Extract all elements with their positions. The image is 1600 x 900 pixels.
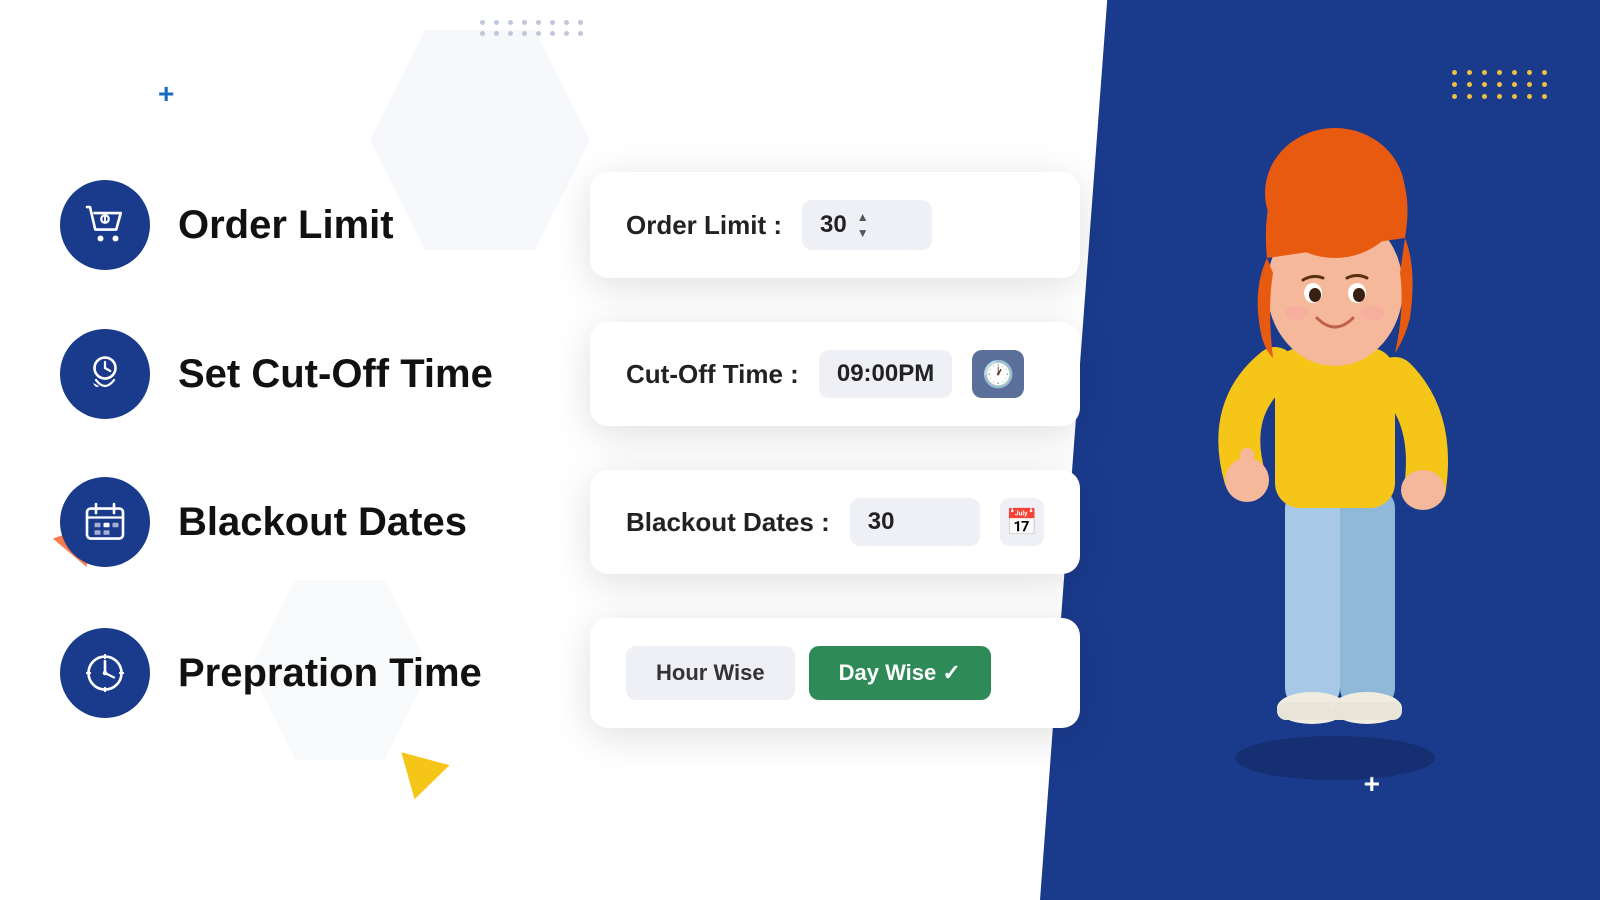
day-wise-button[interactable]: Day Wise ✓ <box>809 646 991 700</box>
calendar-picker-button[interactable]: 📅 <box>1000 498 1044 546</box>
feature-row-blackout: Blackout Dates Blackout Dates : 30 📅 <box>60 448 1040 596</box>
prep-icon-circle <box>60 628 150 718</box>
hour-wise-button[interactable]: Hour Wise <box>626 646 795 700</box>
blackout-label: Blackout Dates : <box>626 507 830 538</box>
feature-left-order-limit: Order Limit <box>60 180 590 270</box>
main-content: Order Limit Order Limit : 30 ▲ ▼ <box>0 0 1100 900</box>
spinner-up[interactable]: ▲ <box>857 210 869 224</box>
clock-picker-button[interactable]: 🕐 <box>972 350 1024 398</box>
character-svg <box>1165 108 1505 788</box>
blackout-card: Blackout Dates : 30 📅 <box>590 470 1080 574</box>
feature-left-blackout: Blackout Dates <box>60 477 590 567</box>
prep-card: Hour Wise Day Wise ✓ <box>590 618 1080 728</box>
order-limit-title: Order Limit <box>178 203 394 248</box>
clock-hand-icon <box>81 350 129 398</box>
blackout-title: Blackout Dates <box>178 500 467 545</box>
cutoff-time-value: 09:00PM <box>837 360 934 388</box>
prep-title: Prepration Time <box>178 651 482 696</box>
cutoff-label: Cut-Off Time : <box>626 359 799 390</box>
feature-left-prep: Prepration Time <box>60 628 590 718</box>
feature-row-prep: Prepration Time Hour Wise Day Wise ✓ <box>60 596 1040 750</box>
cutoff-time-input[interactable]: 09:00PM <box>819 350 952 398</box>
calendar-btn-icon: 📅 <box>1006 507 1038 538</box>
cutoff-icon-circle <box>60 329 150 419</box>
character-figure <box>1165 108 1505 793</box>
order-limit-value: 30 <box>820 211 847 239</box>
feature-row-order-limit: Order Limit Order Limit : 30 ▲ ▼ <box>60 150 1040 300</box>
order-limit-card: Order Limit : 30 ▲ ▼ <box>590 172 1080 278</box>
clock-btn-icon: 🕐 <box>982 359 1014 390</box>
feature-row-cutoff: Set Cut-Off Time Cut-Off Time : 09:00PM … <box>60 300 1040 448</box>
order-limit-label: Order Limit : <box>626 210 782 241</box>
character-area <box>1040 0 1600 900</box>
order-limit-icon-circle <box>60 180 150 270</box>
spinner-icon[interactable]: ▲ ▼ <box>857 210 869 240</box>
cart-icon <box>81 201 129 249</box>
prep-toggle-group: Hour Wise Day Wise ✓ <box>626 646 991 700</box>
blackout-date-input[interactable]: 30 <box>850 498 980 546</box>
feature-left-cutoff: Set Cut-Off Time <box>60 329 590 419</box>
blackout-icon-circle <box>60 477 150 567</box>
cutoff-title: Set Cut-Off Time <box>178 352 493 397</box>
cutoff-card: Cut-Off Time : 09:00PM 🕐 <box>590 322 1080 426</box>
spinner-down[interactable]: ▼ <box>857 226 869 240</box>
blackout-value: 30 <box>868 508 895 536</box>
clock-icon <box>81 649 129 697</box>
feature-list: Order Limit Order Limit : 30 ▲ ▼ <box>60 150 1040 750</box>
order-limit-input[interactable]: 30 ▲ ▼ <box>802 200 932 250</box>
calendar-icon <box>81 498 129 546</box>
